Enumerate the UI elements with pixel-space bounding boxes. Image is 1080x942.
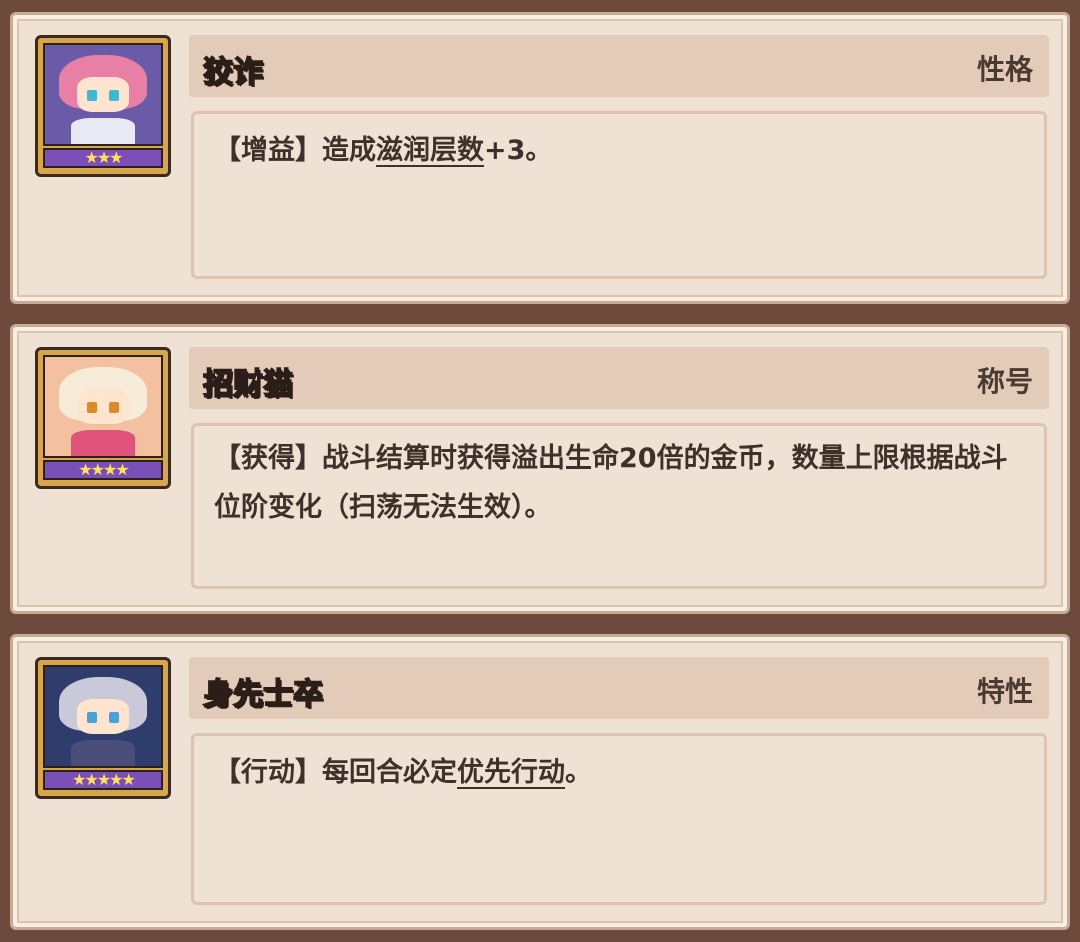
trait-card-lead-by-example[interactable]: ★★★★★ 身先士卒 特性 【行动】每回合必定优先行动。	[10, 634, 1070, 930]
desc-text: 【获得】战斗结算时获得溢出生命20倍的金币，数量上限根据战斗位阶变化（扫荡无法生…	[214, 443, 1008, 523]
character-portrait[interactable]: ★★★★	[35, 347, 171, 489]
star-rating: ★★★	[43, 148, 163, 168]
trait-name: 狡诈	[202, 54, 264, 91]
trait-type: 性格	[976, 53, 1033, 86]
trait-header: 身先士卒 特性	[189, 657, 1049, 719]
trait-card-cunning[interactable]: ★★★ 狡诈 性格 【增益】造成滋润层数+3。	[10, 12, 1070, 304]
trait-type: 称号	[976, 365, 1033, 398]
trait-description: 【增益】造成滋润层数+3。	[191, 111, 1047, 279]
trait-description: 【获得】战斗结算时获得溢出生命20倍的金币，数量上限根据战斗位阶变化（扫荡无法生…	[191, 423, 1047, 589]
trait-card-lucky-cat[interactable]: ★★★★ 招财猫 称号 【获得】战斗结算时获得溢出生命20倍的金币，数量上限根据…	[10, 324, 1070, 614]
trait-description: 【行动】每回合必定优先行动。	[191, 733, 1047, 905]
character-portrait[interactable]: ★★★	[35, 35, 171, 177]
keyword-link[interactable]: 优先行动	[457, 757, 565, 788]
trait-name: 招财猫	[202, 366, 294, 403]
desc-text: 【增益】造成	[214, 135, 376, 166]
trait-type: 特性	[976, 675, 1033, 708]
desc-text: 【行动】每回合必定	[214, 757, 457, 788]
desc-text: 。	[565, 757, 592, 788]
character-avatar	[43, 665, 163, 768]
trait-header: 招财猫 称号	[189, 347, 1049, 409]
desc-text: +3。	[484, 135, 553, 166]
keyword-link[interactable]: 滋润层数	[376, 135, 484, 166]
character-avatar	[43, 355, 163, 458]
character-avatar	[43, 43, 163, 146]
trait-name: 身先士卒	[202, 676, 324, 713]
star-rating: ★★★★	[43, 460, 163, 480]
trait-header: 狡诈 性格	[189, 35, 1049, 97]
star-rating: ★★★★★	[43, 770, 163, 790]
character-portrait[interactable]: ★★★★★	[35, 657, 171, 799]
